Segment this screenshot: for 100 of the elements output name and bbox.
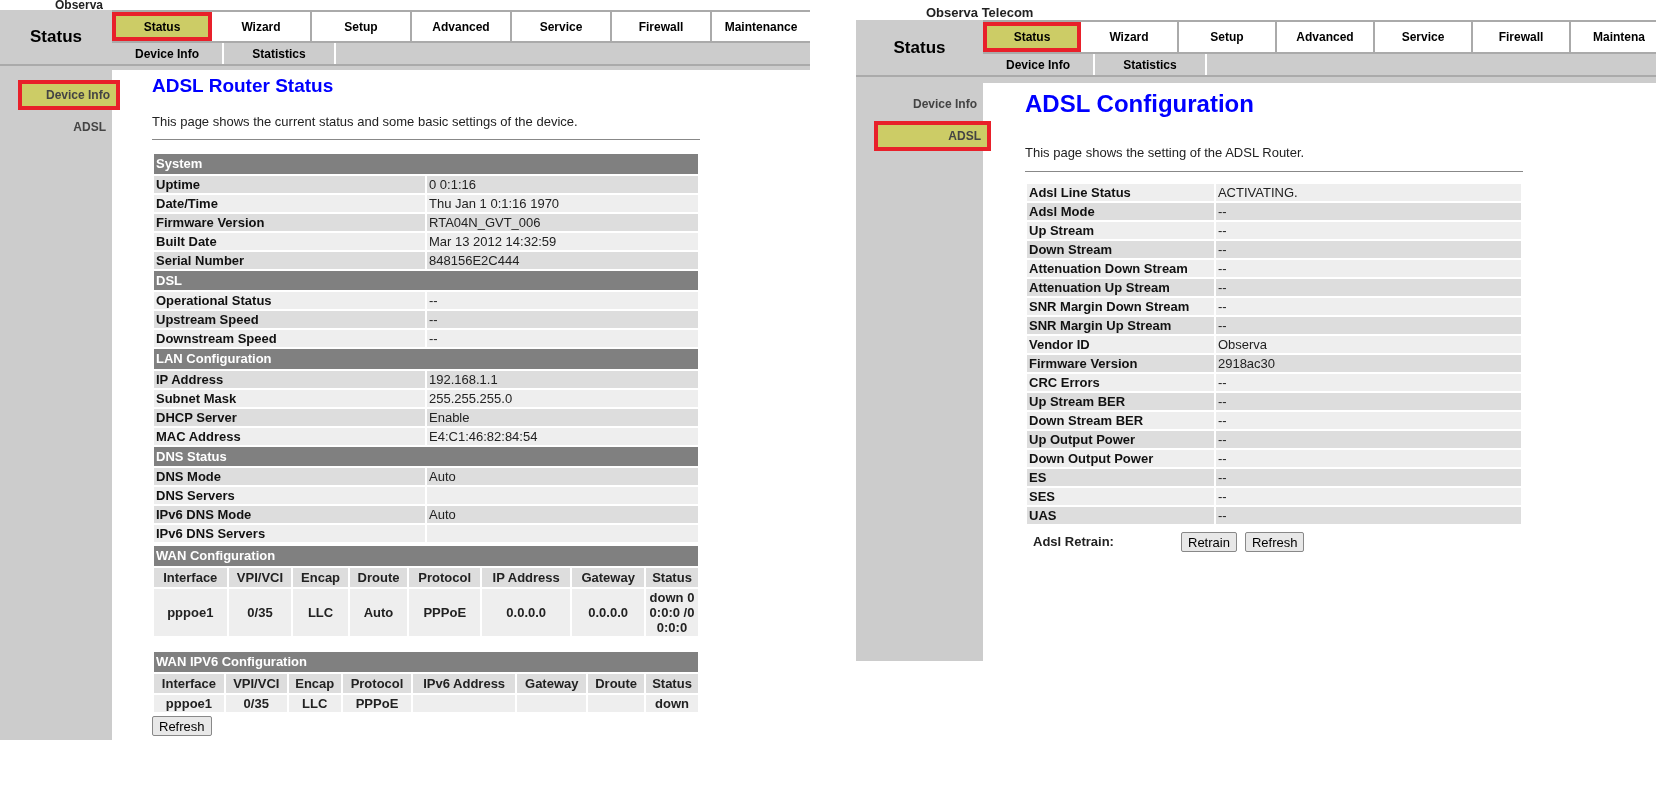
column-header: VPI/VCI	[228, 567, 292, 588]
sidebar-item[interactable]: Device Info	[856, 93, 983, 115]
field-value: --	[1215, 430, 1521, 448]
field-value: Observa	[1215, 335, 1521, 353]
column-header: Gateway	[572, 567, 644, 588]
column-header: Encap	[293, 567, 348, 588]
field-label: DNS Servers	[154, 487, 425, 505]
field-value: 848156E2C444	[427, 251, 698, 269]
field-label: CRC Errors	[1027, 373, 1214, 391]
field-label: Up Stream BER	[1027, 392, 1214, 410]
action-button[interactable]: Refresh	[1244, 531, 1305, 552]
field-label: MAC Address	[154, 427, 425, 445]
column-header: IPv6 Address	[413, 673, 516, 694]
table-cell: 0/35	[225, 695, 287, 713]
action-button[interactable]: Retrain	[1181, 531, 1237, 552]
field-value: 0 0:1:16	[427, 175, 698, 193]
table-cell: Auto	[349, 589, 408, 637]
field-label: UAS	[1027, 506, 1214, 524]
retrain-label: Adsl Retrain:	[1033, 532, 1115, 551]
field-label: IPv6 DNS Servers	[154, 525, 425, 543]
field-label: SES	[1027, 487, 1214, 505]
section-header: WAN Configuration	[154, 546, 698, 566]
field-value: --	[1215, 411, 1521, 429]
field-value: RTA04N_GVT_006	[427, 213, 698, 231]
section-title: Status	[0, 10, 112, 64]
column-header: Droute	[588, 673, 644, 694]
field-label: Operational Status	[154, 292, 425, 310]
section-header: DNS Status	[154, 446, 698, 467]
sidebar-item[interactable]: ADSL	[0, 116, 112, 138]
section-header: LAN Configuration	[154, 349, 698, 369]
column-header: IP Address	[482, 567, 571, 588]
page-description: This page shows the setting of the ADSL Router.	[1025, 144, 1306, 162]
field-value: Auto	[427, 468, 698, 486]
field-value: Mar 13 2012 14:32:59	[427, 232, 698, 250]
column-header: Protocol	[409, 567, 481, 588]
field-value: Auto	[427, 506, 698, 524]
field-label: Down Output Power	[1027, 449, 1214, 467]
column-header: Gateway	[517, 673, 587, 694]
action-button[interactable]: Refresh	[152, 716, 212, 737]
field-value: --	[1215, 392, 1521, 410]
field-value: 255.255.255.0	[427, 389, 698, 407]
page-heading: ADSL Configuration	[1025, 89, 1255, 119]
field-value: --	[1215, 373, 1521, 391]
field-label: Uptime	[154, 175, 425, 193]
field-label: Subnet Mask	[154, 389, 425, 407]
sidebar-item[interactable]: ADSL	[878, 125, 987, 147]
field-value: --	[1215, 487, 1521, 505]
table-cell: 0.0.0.0	[482, 589, 571, 637]
field-label: Date/Time	[154, 194, 425, 212]
table-cell: pppoe1	[154, 589, 227, 637]
brand-name: Observa	[54, 0, 105, 10]
field-label: Up Stream	[1027, 221, 1214, 239]
section-header: DSL	[154, 270, 698, 291]
field-value: --	[1215, 240, 1521, 258]
field-label: Upstream Speed	[154, 311, 425, 329]
field-label: Firmware Version	[1027, 354, 1214, 372]
field-label: IPv6 DNS Mode	[154, 506, 425, 524]
field-label: SNR Margin Down Stream	[1027, 297, 1214, 315]
section-header: System	[154, 154, 698, 174]
field-label: Down Stream BER	[1027, 411, 1214, 429]
field-value: --	[427, 292, 698, 310]
field-value: 2918ac30	[1215, 354, 1521, 372]
field-value: --	[427, 330, 698, 348]
column-header: Status	[646, 673, 698, 694]
column-header: Status	[646, 567, 698, 588]
field-value: Enable	[427, 408, 698, 426]
column-header: Encap	[288, 673, 341, 694]
nav-tab[interactable]: Status	[116, 16, 208, 37]
field-value: --	[427, 311, 698, 329]
table-cell: down 0 0:0:0 /0 0:0:0	[646, 589, 698, 637]
table-cell: LLC	[293, 589, 348, 637]
field-value: E4:C1:46:82:84:54	[427, 427, 698, 445]
field-value: --	[1215, 297, 1521, 315]
field-value: --	[1215, 468, 1521, 486]
field-value: --	[1215, 449, 1521, 467]
table-cell: pppoe1	[154, 695, 224, 713]
table-cell: PPPoE	[409, 589, 481, 637]
field-value: --	[1215, 316, 1521, 334]
table-cell: 0.0.0.0	[572, 589, 644, 637]
field-value: --	[1215, 202, 1521, 220]
sidebar-item[interactable]: Device Info	[22, 84, 116, 106]
field-value: --	[1215, 506, 1521, 524]
field-label: DHCP Server	[154, 408, 425, 426]
field-label: Attenuation Up Stream	[1027, 278, 1214, 296]
field-label: DNS Mode	[154, 468, 425, 486]
field-label: Adsl Line Status	[1027, 183, 1214, 201]
nav-tab[interactable]: Status	[987, 26, 1077, 48]
section-title: Status	[856, 20, 983, 75]
field-label: Down Stream	[1027, 240, 1214, 258]
table-cell: PPPoE	[342, 695, 412, 713]
column-header: Interface	[154, 673, 224, 694]
page-heading: ADSL Router Status	[152, 74, 335, 98]
column-header: Droute	[349, 567, 408, 588]
column-header: Protocol	[342, 673, 412, 694]
section-header: WAN IPV6 Configuration	[154, 652, 698, 672]
field-label: IP Address	[154, 370, 425, 388]
column-header: VPI/VCI	[225, 673, 287, 694]
column-header: Interface	[154, 567, 227, 588]
field-label: Up Output Power	[1027, 430, 1214, 448]
field-value: --	[1215, 278, 1521, 296]
